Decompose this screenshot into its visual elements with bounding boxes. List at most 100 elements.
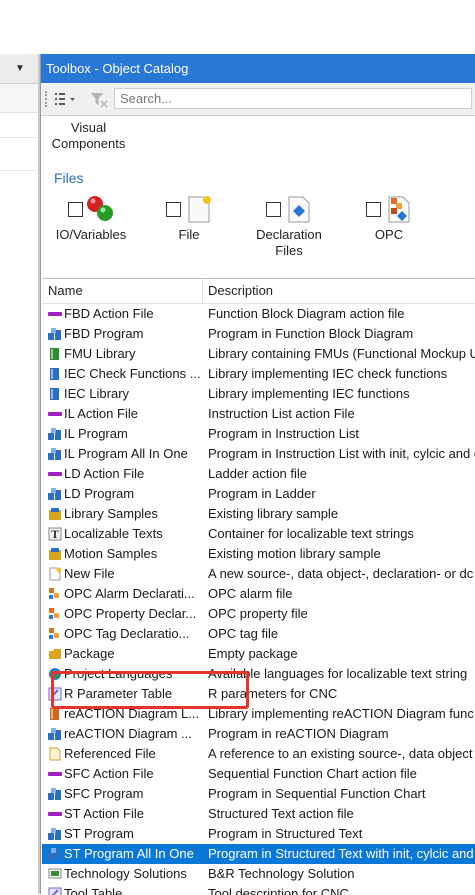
declaration-files-checkbox[interactable]: [265, 201, 281, 217]
item-name: ST Program All In One: [64, 846, 194, 861]
left-panel-row[interactable]: [0, 113, 38, 138]
list-item[interactable]: SFC Program Program in Sequential Functio…: [42, 784, 475, 804]
list-item[interactable]: Package Empty package: [42, 644, 475, 664]
list-item[interactable]: Technology Solutions B&R Technology Solut…: [42, 864, 475, 884]
action-file-icon: [48, 467, 62, 481]
toolbar-grip[interactable]: [45, 91, 50, 107]
list-item[interactable]: Project Languages Available languages for…: [42, 664, 475, 684]
library-icon: [48, 367, 62, 381]
list-item[interactable]: T Localizable Texts Container for localiza…: [42, 524, 475, 544]
opc-icon: [48, 587, 62, 601]
list-item[interactable]: ST Action File Structured Text action fil…: [42, 804, 475, 824]
column-separator[interactable]: [202, 279, 203, 303]
program-icon: [48, 847, 62, 861]
item-name: Localizable Texts: [64, 526, 163, 541]
item-name: LD Program: [64, 486, 135, 501]
clear-filter-button[interactable]: [89, 90, 109, 108]
category-label: OPC: [374, 227, 404, 242]
technology-icon: [48, 867, 62, 881]
search-input[interactable]: [114, 88, 472, 109]
item-description: Program in Structured Text: [208, 826, 363, 841]
column-header-description[interactable]: Description: [208, 283, 273, 298]
object-list: Name Description FBD Action File Function…: [42, 278, 475, 895]
file-checkbox[interactable]: [165, 201, 181, 217]
item-name: OPC Tag Declaratio...: [64, 626, 190, 641]
item-description: Program in reACTION Diagram: [208, 726, 389, 741]
item-description: OPC property file: [208, 606, 308, 621]
item-name: IL Program All In One: [64, 446, 188, 461]
io-variables-checkbox[interactable]: [67, 201, 83, 217]
list-item[interactable]: OPC Alarm Declarati... OPC alarm file: [42, 584, 475, 604]
category-file[interactable]: File: [159, 194, 219, 243]
item-description: Structured Text action file: [208, 806, 354, 821]
left-panel-blank: [0, 0, 40, 54]
item-description: Function Block Diagram action file: [208, 306, 405, 321]
left-panel-row[interactable]: [0, 84, 38, 113]
column-header-name[interactable]: Name: [48, 283, 83, 298]
list-header: Name Description: [42, 279, 475, 304]
list-item[interactable]: FBD Program Program in Function Block Dia…: [42, 324, 475, 344]
samples-icon: [48, 507, 62, 521]
chevron-down-icon[interactable]: ▼: [15, 63, 31, 75]
filter-icon: [91, 93, 108, 108]
opc-checkbox[interactable]: [365, 201, 381, 217]
item-description: Library implementing reACTION Diagram fu…: [208, 706, 474, 721]
program-icon: [48, 447, 62, 461]
item-name: Project Languages: [64, 666, 173, 681]
category-label: IO/Variables: [55, 227, 127, 242]
list-item[interactable]: Library Samples Existing library sample: [42, 504, 475, 524]
list-item[interactable]: SFC Action File Sequential Function Chart…: [42, 764, 475, 784]
item-name: FBD Program: [64, 326, 144, 341]
list-item[interactable]: IL Program All In One Program in Instruct…: [42, 444, 475, 464]
item-name: R Parameter Table: [64, 686, 173, 701]
category-declaration-files[interactable]: Declaration Files: [249, 194, 329, 259]
list-item[interactable]: IEC Check Functions ... Library implement…: [42, 364, 475, 384]
list-item[interactable]: IL Action File Instruction List action Fi…: [42, 404, 475, 424]
list-item[interactable]: IEC Library Library implementing IEC func…: [42, 384, 475, 404]
list-item[interactable]: IL Program Program in Instruction List: [42, 424, 475, 444]
list-item[interactable]: OPC Tag Declaratio... OPC tag file: [42, 624, 475, 644]
action-file-icon: [48, 767, 62, 781]
action-file-icon: [48, 807, 62, 821]
list-item[interactable]: R Parameter Table R parameters for CNC: [42, 684, 475, 704]
item-description: OPC alarm file: [208, 586, 293, 601]
file-icon: [188, 196, 211, 223]
list-item[interactable]: reACTION Diagram L... Library implementin…: [42, 704, 475, 724]
list-item[interactable]: LD Program Program in Ladder: [42, 484, 475, 504]
item-description: Empty package: [208, 646, 298, 661]
item-description: B&R Technology Solution: [208, 866, 355, 881]
item-description: Existing library sample: [208, 506, 339, 521]
list-item[interactable]: Motion Samples Existing motion library sa…: [42, 544, 475, 564]
item-description: R parameters for CNC: [208, 686, 338, 701]
item-description: Available languages for localizable text…: [208, 666, 468, 681]
item-description: Sequential Function Chart action file: [208, 766, 417, 781]
list-item[interactable]: ST Program All In One Program in Structur…: [42, 844, 475, 864]
category-opc[interactable]: OPC: [359, 194, 419, 243]
item-name: OPC Alarm Declarati...: [64, 586, 195, 601]
category-io-variables[interactable]: IO/Variables: [51, 194, 131, 243]
list-item[interactable]: LD Action File Ladder action file: [42, 464, 475, 484]
list-item[interactable]: reACTION Diagram ... Program in reACTION …: [42, 724, 475, 744]
list-item[interactable]: Referenced File A reference to an existin…: [42, 744, 475, 764]
item-name: reACTION Diagram L...: [64, 706, 200, 721]
list-item[interactable]: Tool Table Tool description for CNC: [42, 884, 475, 895]
item-name: IL Program: [64, 426, 128, 441]
left-panel-row[interactable]: [0, 138, 38, 171]
item-description: Program in Instruction List with init, c…: [208, 446, 475, 461]
item-name: Library Samples: [64, 506, 158, 521]
item-name: ST Action File: [64, 806, 144, 821]
io-variables-icon: [86, 196, 113, 221]
list-item[interactable]: ST Program Program in Structured Text: [42, 824, 475, 844]
list-item[interactable]: New File A new source-, data object-, dec…: [42, 564, 475, 584]
library-icon: [48, 387, 62, 401]
list-item[interactable]: FMU Library Library containing FMUs (Func…: [42, 344, 475, 364]
item-name: SFC Program: [64, 786, 144, 801]
opc-icon: [48, 607, 62, 621]
program-icon: [48, 827, 62, 841]
list-item[interactable]: OPC Property Declar... OPC property file: [42, 604, 475, 624]
item-name: New File: [64, 566, 115, 581]
list-item[interactable]: FBD Action File Function Block Diagram ac…: [42, 304, 475, 324]
item-description: Program in Sequential Function Chart: [208, 786, 426, 801]
visual-components-button[interactable]: Visual Components: [51, 120, 126, 152]
view-mode-button[interactable]: [53, 90, 81, 108]
